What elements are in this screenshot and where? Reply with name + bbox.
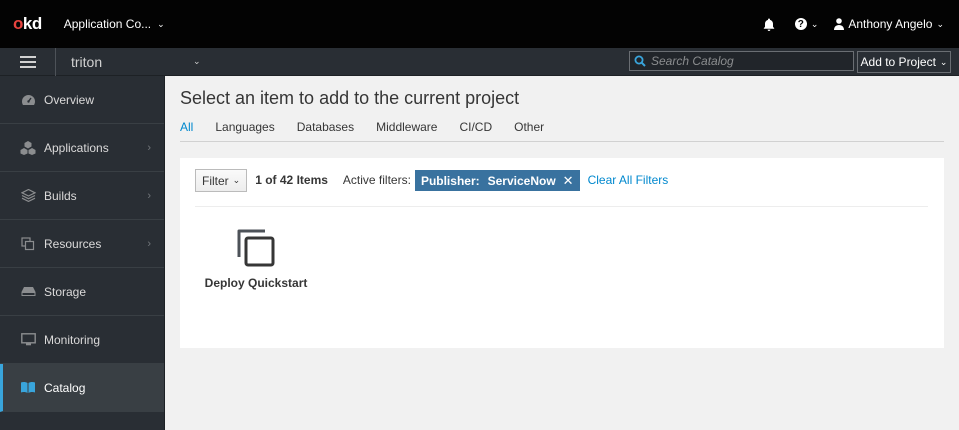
project-bar: triton ⌄ Add to Project ⌄ [0,47,959,76]
chevron-right-icon: › [147,189,151,202]
logo-kd: kd [22,14,42,33]
sidebar-item-catalog[interactable]: Catalog [0,364,164,412]
sidebar-item-applications[interactable]: Applications › [0,124,164,172]
filter-label: Filter [202,173,229,188]
tab-all[interactable]: All [180,120,193,142]
user-icon [834,18,845,30]
application-console-switcher[interactable]: Application Co... ⌄ [64,17,165,31]
category-tabs: All Languages Databases Middleware CI/CD… [180,120,944,142]
item-count: 1 of 42 Items [255,173,328,187]
tile-title: Deploy Quickstart [204,276,308,290]
sidebar-item-label: Builds [44,188,77,203]
chevron-right-icon: › [147,141,151,154]
filter-chip: Publisher: ServiceNow ✕ [414,170,580,191]
dashboard-icon [19,92,37,108]
clear-all-filters-link[interactable]: Clear All Filters [588,169,669,192]
sidebar-item-builds[interactable]: Builds › [0,172,164,220]
masthead: o kd Application Co... ⌄ ? ⌄ Anthony Ange… [0,0,959,48]
sidebar-item-label: Monitoring [44,332,101,347]
filter-chip-key: Publisher: [420,173,480,188]
catalog-tile[interactable]: Deploy Quickstart [205,226,307,302]
filter-toolbar: Filter ⌄ 1 of 42 Items Active filters: P… [195,169,928,207]
notifications-button[interactable] [763,18,775,31]
layers-icon [19,188,37,204]
sidebar-item-label: Overview [44,92,95,107]
sidebar-item-resources[interactable]: Resources › [0,220,164,268]
search-catalog-input[interactable] [651,54,841,68]
nav-toggle-button[interactable] [0,47,56,76]
user-menu[interactable]: Anthony Angelo ⌄ [834,17,944,31]
tab-databases[interactable]: Databases [297,120,354,142]
tab-ci-cd[interactable]: CI/CD [459,120,492,142]
book-icon [19,380,37,396]
catalog-panel: Filter ⌄ 1 of 42 Items Active filters: P… [180,158,944,348]
add-to-project-button[interactable]: Add to Project ⌄ [857,51,951,73]
bell-icon [763,18,775,31]
sidebar-item-label: Applications [44,140,109,155]
sidebar-item-monitoring[interactable]: Monitoring [0,316,164,364]
sidebar-item-label: Resources [44,236,102,251]
catalog-search [629,51,854,71]
remove-filter-icon[interactable]: ✕ [563,173,574,189]
chevron-down-icon: ⌄ [157,18,165,29]
main-content: Select an item to add to the current pro… [165,76,959,430]
project-selector[interactable]: triton [71,54,193,70]
sidebar-item-label: Catalog [44,380,86,395]
okd-logo[interactable]: o kd [13,14,42,34]
hamburger-icon [19,55,36,68]
sidebar-item-label: Storage [44,284,87,299]
filter-dropdown[interactable]: Filter ⌄ [195,169,248,192]
search-icon [634,55,646,67]
app-switcher-label: Application Co... [63,17,152,31]
chevron-down-icon[interactable]: ⌄ [193,56,201,67]
page-title: Select an item to add to the current pro… [180,88,520,108]
filter-chip-value: ServiceNow [487,173,556,188]
chevron-down-icon: ⌄ [936,18,944,29]
tab-other[interactable]: Other [514,120,544,142]
active-filters-label: Active filters: [342,173,411,187]
chevron-down-icon: ⌄ [810,18,819,29]
logo-o: o [13,14,23,33]
copy-icon [236,226,276,270]
copy-icon [19,236,37,252]
user-name: Anthony Angelo [848,17,933,31]
chevron-right-icon: › [147,237,151,250]
chevron-down-icon: ⌄ [232,175,241,185]
help-icon: ? [794,18,807,30]
sidebar-item-overview[interactable]: Overview [0,76,164,124]
cubes-icon [19,140,37,156]
help-menu[interactable]: ? ⌄ [794,18,819,30]
tab-languages[interactable]: Languages [215,120,274,142]
drive-icon [19,284,37,300]
sidebar: Overview Applications › Builds › Resourc… [0,76,165,430]
tab-middleware[interactable]: Middleware [376,120,437,142]
sidebar-item-storage[interactable]: Storage [0,268,164,316]
chevron-down-icon: ⌄ [939,56,948,67]
monitor-icon [19,332,37,348]
add-to-project-label: Add to Project [860,55,936,69]
